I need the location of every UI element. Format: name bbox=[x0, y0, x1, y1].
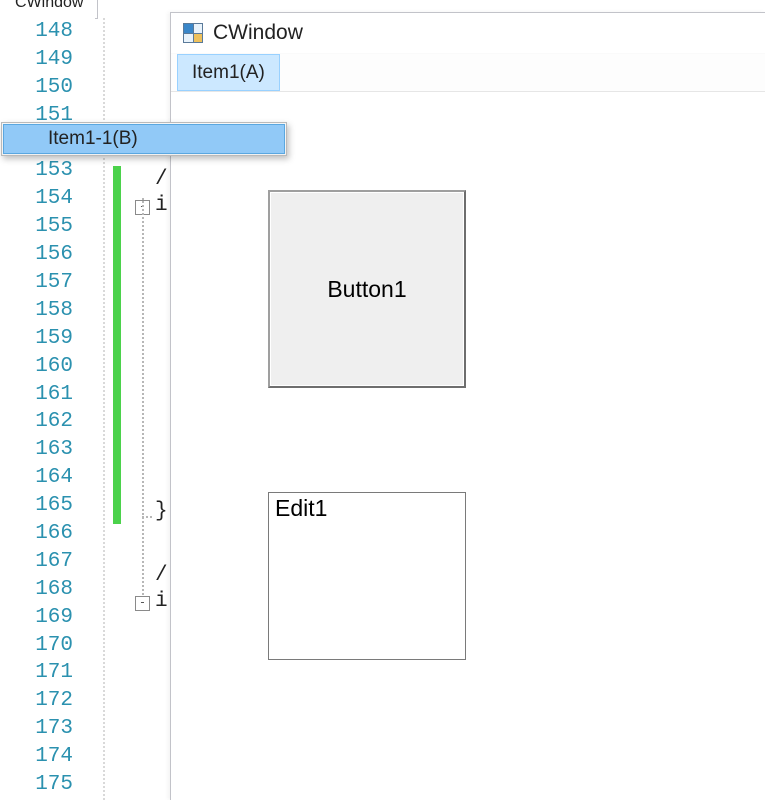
submenu-item-item1-1[interactable]: Item1-1(B) bbox=[3, 124, 285, 154]
menu-item-item1[interactable]: Item1(A) bbox=[177, 54, 280, 91]
line-number: 175 bbox=[0, 771, 95, 799]
line-number: 153 bbox=[0, 157, 95, 185]
line-number: 166 bbox=[0, 520, 95, 548]
line-number: 159 bbox=[0, 325, 95, 353]
edit1-value: Edit1 bbox=[275, 495, 327, 521]
menu-item-label: Item1(A) bbox=[192, 62, 265, 84]
change-marker bbox=[113, 166, 121, 524]
line-number: 171 bbox=[0, 659, 95, 687]
line-number: 162 bbox=[0, 408, 95, 436]
code-fragment: / bbox=[155, 168, 168, 191]
line-number: 169 bbox=[0, 604, 95, 632]
button1-label: Button1 bbox=[327, 276, 406, 303]
line-number: 148 bbox=[0, 18, 95, 46]
line-number: 156 bbox=[0, 241, 95, 269]
line-number: 150 bbox=[0, 74, 95, 102]
fold-guideline bbox=[142, 198, 144, 598]
line-number: 163 bbox=[0, 436, 95, 464]
app-icon bbox=[183, 23, 203, 43]
line-number: 165 bbox=[0, 492, 95, 520]
code-fragment: i bbox=[155, 590, 168, 613]
line-number: 155 bbox=[0, 213, 95, 241]
code-fragment: i bbox=[155, 194, 168, 217]
line-number: 164 bbox=[0, 464, 95, 492]
code-fragment: / bbox=[155, 564, 168, 587]
client-area: Button1 Edit1 bbox=[171, 92, 765, 800]
button1[interactable]: Button1 bbox=[268, 190, 466, 388]
line-number: 174 bbox=[0, 743, 95, 771]
fold-end-mark bbox=[142, 516, 152, 518]
line-number: 173 bbox=[0, 715, 95, 743]
line-number: 160 bbox=[0, 353, 95, 381]
code-fragment: } bbox=[155, 500, 168, 523]
editor-tab[interactable]: CWindow bbox=[0, 0, 98, 19]
line-number: 172 bbox=[0, 687, 95, 715]
submenu: Item1-1(B) bbox=[1, 122, 287, 156]
line-number: 170 bbox=[0, 632, 95, 660]
fold-toggle[interactable]: - bbox=[135, 596, 150, 611]
editor-tab-label: CWindow bbox=[15, 0, 83, 12]
cwindow-app: CWindow Item1(A) Item1-1(B) Button1 Edit… bbox=[170, 12, 765, 800]
line-number: 149 bbox=[0, 46, 95, 74]
submenu-item-label: Item1-1(B) bbox=[48, 128, 138, 149]
line-number: 154 bbox=[0, 185, 95, 213]
menu-bar: Item1(A) bbox=[171, 53, 765, 91]
titlebar[interactable]: CWindow bbox=[171, 13, 765, 53]
line-number: 158 bbox=[0, 297, 95, 325]
line-number: 168 bbox=[0, 576, 95, 604]
edit1[interactable]: Edit1 bbox=[268, 492, 466, 660]
window-title: CWindow bbox=[213, 21, 303, 45]
line-number: 161 bbox=[0, 381, 95, 409]
line-number: 167 bbox=[0, 548, 95, 576]
line-number: 157 bbox=[0, 269, 95, 297]
